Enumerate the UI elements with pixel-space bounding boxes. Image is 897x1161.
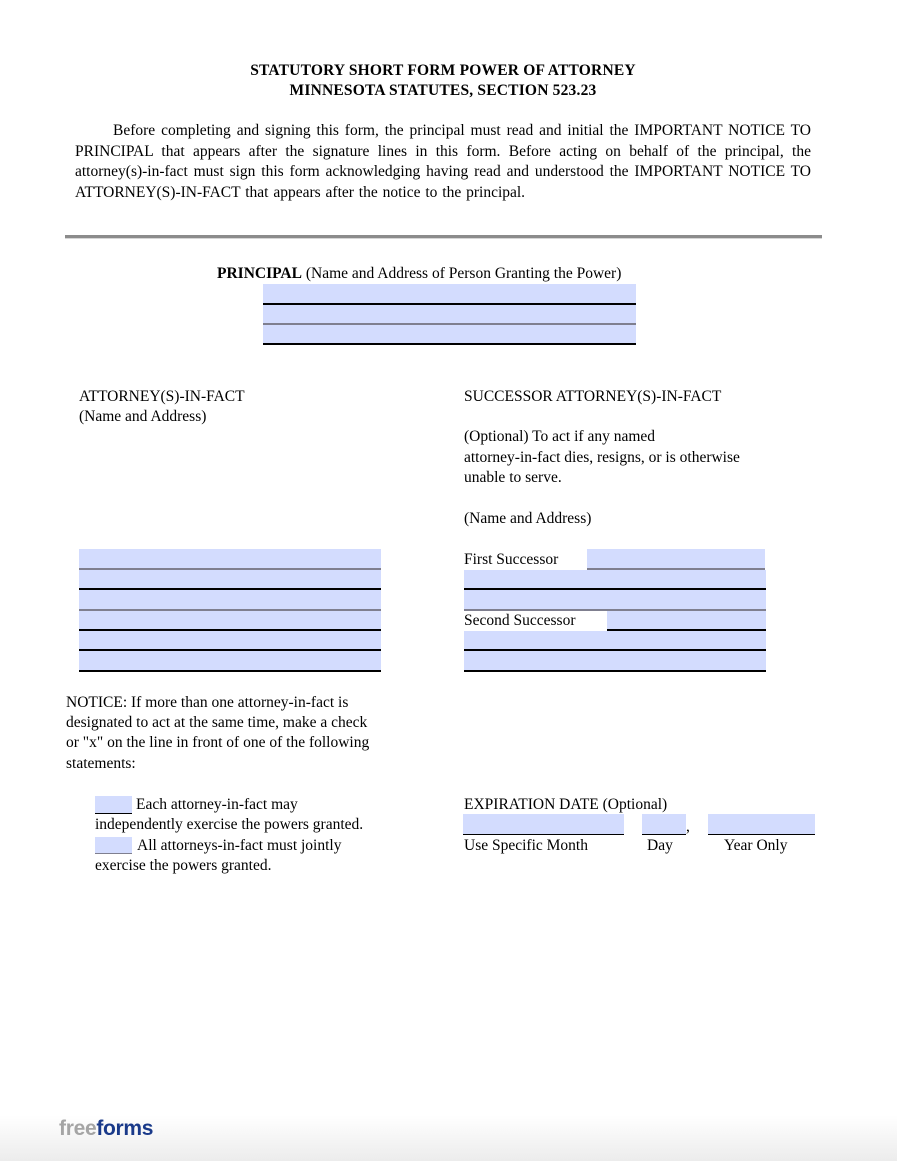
logo-free-text: free [59, 1117, 97, 1140]
expiration-month-field[interactable] [463, 814, 624, 835]
day-caption: Day [647, 837, 673, 854]
first-successor-field-1[interactable] [587, 549, 765, 570]
document-title: STATUTORY SHORT FORM POWER OF ATTORNEY [250, 62, 636, 79]
notice-line-4: statements: [66, 755, 136, 772]
logo-forms-text: forms [96, 1117, 154, 1140]
independent-option-line-1: Each attorney-in-fact may [136, 796, 298, 813]
attorney-field-1[interactable] [79, 549, 381, 570]
section-divider [65, 235, 822, 239]
joint-option-checkbox-field[interactable] [95, 837, 132, 854]
independent-option-line-2: independently exercise the powers grante… [95, 816, 364, 833]
attorney-field-3[interactable] [79, 590, 381, 611]
expiration-optional-label: (Optional) [598, 796, 668, 813]
date-comma: , [686, 818, 690, 835]
notice-line-1: NOTICE: If more than one attorney-in-fac… [66, 694, 349, 711]
successor-optional-line-1: (Optional) To act if any named [464, 428, 656, 445]
successor-name-address-label: (Name and Address) [464, 510, 592, 527]
second-successor-field-2[interactable] [464, 631, 766, 651]
notice-line-2: designated to act at the same time, make… [66, 714, 368, 731]
attorney-field-5[interactable] [79, 631, 381, 651]
notice-line-3: or "x" on the line in front of one of th… [66, 734, 370, 751]
principal-heading: PRINCIPAL (Name and Address of Person Gr… [217, 264, 621, 285]
document-subtitle: MINNESOTA STATUTES, SECTION 523.23 [289, 82, 597, 99]
attorney-in-fact-heading: ATTORNEY(S)-IN-FACT [79, 388, 245, 405]
expiration-heading: EXPIRATION DATE (Optional) [464, 795, 667, 816]
expiration-year-field[interactable] [708, 814, 815, 835]
first-successor-field-2[interactable] [464, 570, 766, 590]
successor-heading: SUCCESSOR ATTORNEY(S)-IN-FACT [464, 388, 722, 405]
month-caption: Use Specific Month [464, 837, 588, 854]
independent-option-checkbox-field[interactable] [95, 796, 132, 814]
intro-paragraph: Before completing and signing this form,… [75, 122, 811, 201]
attorney-field-4[interactable] [79, 611, 381, 631]
principal-field-3[interactable] [263, 325, 636, 345]
principal-description: (Name and Address of Person Granting the… [301, 265, 622, 282]
second-successor-label: Second Successor [464, 612, 576, 629]
principal-label: PRINCIPAL [217, 265, 302, 282]
first-successor-field-3[interactable] [464, 590, 766, 611]
attorney-field-2[interactable] [79, 570, 381, 590]
year-caption: Year Only [724, 837, 788, 854]
successor-optional-line-3: unable to serve. [464, 469, 562, 486]
first-successor-label: First Successor [464, 551, 559, 568]
joint-option-line-2: exercise the powers granted. [95, 857, 272, 874]
principal-field-1[interactable] [263, 284, 636, 305]
freeforms-logo: freeforms [59, 1117, 153, 1141]
expiration-day-field[interactable] [642, 814, 686, 835]
attorney-in-fact-subheading: (Name and Address) [79, 408, 207, 425]
joint-option-line-1: All attorneys-in-fact must jointly [137, 837, 342, 854]
second-successor-field-1[interactable] [607, 611, 766, 631]
principal-field-2[interactable] [263, 305, 636, 325]
second-successor-field-3[interactable] [464, 651, 766, 672]
attorney-field-6[interactable] [79, 651, 381, 672]
successor-optional-line-2: attorney-in-fact dies, resigns, or is ot… [464, 449, 740, 466]
expiration-label: EXPIRATION DATE [464, 796, 599, 813]
